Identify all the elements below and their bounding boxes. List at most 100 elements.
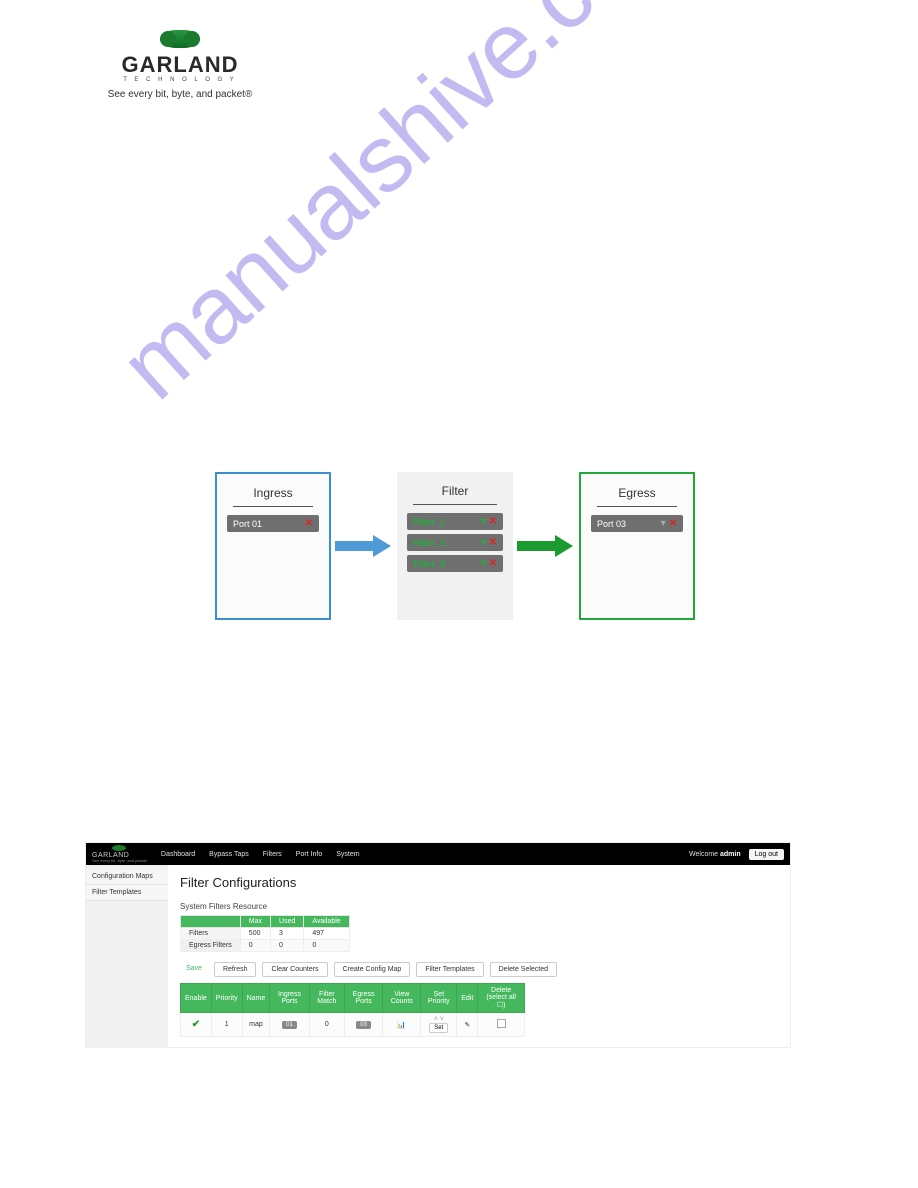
garland-logo-icon [160, 30, 200, 48]
egress-title: Egress [597, 482, 677, 507]
table-row: Filters 500 3 497 [181, 928, 350, 940]
priority-up-icon[interactable]: ˄ [434, 1016, 438, 1023]
close-icon: ✕ [489, 558, 497, 569]
res-row-max: 500 [240, 928, 270, 940]
table-row: ✔ 1 map 01 0 03 📊 ˄ ˅ Set ✎ [181, 1013, 525, 1037]
th-filter-match: Filter Match [309, 984, 344, 1013]
filter-templates-button[interactable]: Filter Templates [416, 962, 483, 977]
brand-logo: GARLAND T E C H N O L O G Y See every bi… [95, 30, 265, 100]
resource-table: Max Used Available Filters 500 3 497 Egr… [180, 915, 350, 952]
th-ingress: Ingress Ports [270, 984, 309, 1013]
welcome-user: admin [720, 851, 741, 858]
save-link[interactable]: Save [180, 962, 208, 977]
funnel-icon: ▾ [661, 518, 666, 529]
filter-chip-2: Filter_2 ▾ ✕ [407, 534, 503, 551]
clear-counters-button[interactable]: Clear Counters [262, 962, 327, 977]
funnel-icon: ▾ [481, 558, 486, 569]
page-title: Filter Configurations [180, 875, 778, 890]
funnel-icon: ▾ [481, 516, 486, 527]
nav-system[interactable]: System [336, 851, 359, 858]
create-config-map-button[interactable]: Create Config Map [334, 962, 411, 977]
delete-selected-button[interactable]: Delete Selected [490, 962, 557, 977]
arrow-green-icon [517, 537, 575, 555]
app-screenshot: GARLAND See every bit, byte, and packet … [85, 842, 791, 1048]
set-priority-button[interactable]: Set [429, 1023, 448, 1033]
filter-label: Filter_2 [413, 538, 445, 548]
brand-tagline: See every bit, byte, and packet® [95, 89, 265, 100]
table-row: Egress Filters 0 0 0 [181, 940, 350, 952]
side-nav: Configuration Maps Filter Templates [86, 865, 168, 1047]
config-table: Enable Priority Name Ingress Ports Filte… [180, 983, 525, 1037]
priority-down-icon[interactable]: ˅ [440, 1016, 444, 1023]
edit-icon[interactable]: ✎ [464, 1022, 470, 1029]
th-delete: Delete (select all ☐) [478, 984, 525, 1013]
egress-port-label: Port 03 [597, 519, 626, 529]
sidenav-configuration-maps[interactable]: Configuration Maps [86, 869, 168, 885]
cell-priority: 1 [211, 1013, 242, 1037]
flow-diagram: Ingress Port 01 ✕ Filter Filter_1 ▾ ✕ Fi… [215, 472, 695, 620]
egress-port-chip: Port 03 ▾ ✕ [591, 515, 683, 532]
logout-button[interactable]: Log out [749, 849, 784, 860]
cell-name: map [242, 1013, 270, 1037]
close-icon: ✕ [489, 537, 497, 548]
resource-label: System Filters Resource [180, 902, 778, 911]
welcome-prefix: Welcome [689, 851, 720, 858]
set-priority-cell: ˄ ˅ Set [421, 1013, 457, 1037]
nav-menu: Dashboard Bypass Taps Filters Port Info … [161, 851, 360, 858]
egress-panel: Egress Port 03 ▾ ✕ [579, 472, 695, 620]
res-row-used: 0 [271, 940, 304, 952]
egress-port-badge: 03 [356, 1021, 371, 1029]
ingress-title: Ingress [233, 482, 313, 507]
close-icon: ✕ [305, 518, 313, 529]
brand-name: GARLAND [95, 52, 265, 78]
sidenav-filter-templates[interactable]: Filter Templates [86, 885, 168, 901]
main-content: Filter Configurations System Filters Res… [168, 865, 790, 1047]
res-row-label: Filters [181, 928, 241, 940]
res-row-used: 3 [271, 928, 304, 940]
navbar-logo: GARLAND See every bit, byte, and packet [92, 845, 147, 863]
refresh-button[interactable]: Refresh [214, 962, 257, 977]
navbar-brand-sub: See every bit, byte, and packet [92, 859, 147, 863]
close-icon: ✕ [489, 516, 497, 527]
res-row-available: 0 [304, 940, 349, 952]
res-th-used: Used [271, 916, 304, 928]
cell-filter-match: 0 [309, 1013, 344, 1037]
enable-check-icon[interactable]: ✔ [192, 1019, 200, 1030]
garland-logo-icon [112, 845, 126, 851]
view-counts-icon[interactable]: 📊 [397, 1022, 406, 1029]
funnel-icon: ▾ [481, 537, 486, 548]
welcome-text: Welcome admin [689, 851, 741, 858]
action-button-row: Save Refresh Clear Counters Create Confi… [180, 962, 778, 977]
th-edit: Edit [457, 984, 478, 1013]
ingress-port-badge: 01 [282, 1021, 297, 1029]
ingress-port-chip: Port 01 ✕ [227, 515, 319, 532]
delete-checkbox[interactable] [497, 1019, 506, 1028]
th-name: Name [242, 984, 270, 1013]
filter-chip-1: Filter_1 ▾ ✕ [407, 513, 503, 530]
filter-panel: Filter Filter_1 ▾ ✕ Filter_2 ▾ ✕ Filter_… [397, 472, 513, 620]
res-row-max: 0 [240, 940, 270, 952]
nav-filters[interactable]: Filters [263, 851, 282, 858]
filter-title: Filter [413, 480, 497, 505]
brand-subline: T E C H N O L O G Y [95, 77, 265, 83]
res-th-blank [181, 916, 241, 928]
filter-chip-3: Filter_3 ▾ ✕ [407, 555, 503, 572]
res-row-available: 497 [304, 928, 349, 940]
filter-label: Filter_3 [413, 559, 445, 569]
res-th-available: Available [304, 916, 349, 928]
th-set-priority: Set Priority [421, 984, 457, 1013]
nav-bypass-taps[interactable]: Bypass Taps [209, 851, 249, 858]
filter-label: Filter_1 [413, 517, 445, 527]
close-icon: ✕ [669, 518, 677, 529]
arrow-blue-icon [335, 537, 393, 555]
nav-dashboard[interactable]: Dashboard [161, 851, 195, 858]
ingress-panel: Ingress Port 01 ✕ [215, 472, 331, 620]
th-priority: Priority [211, 984, 242, 1013]
nav-port-info[interactable]: Port Info [296, 851, 322, 858]
res-row-label: Egress Filters [181, 940, 241, 952]
res-th-max: Max [240, 916, 270, 928]
ingress-port-label: Port 01 [233, 519, 262, 529]
th-view-counts: View Counts [383, 984, 421, 1013]
top-navbar: GARLAND See every bit, byte, and packet … [86, 843, 790, 865]
th-enable: Enable [181, 984, 212, 1013]
